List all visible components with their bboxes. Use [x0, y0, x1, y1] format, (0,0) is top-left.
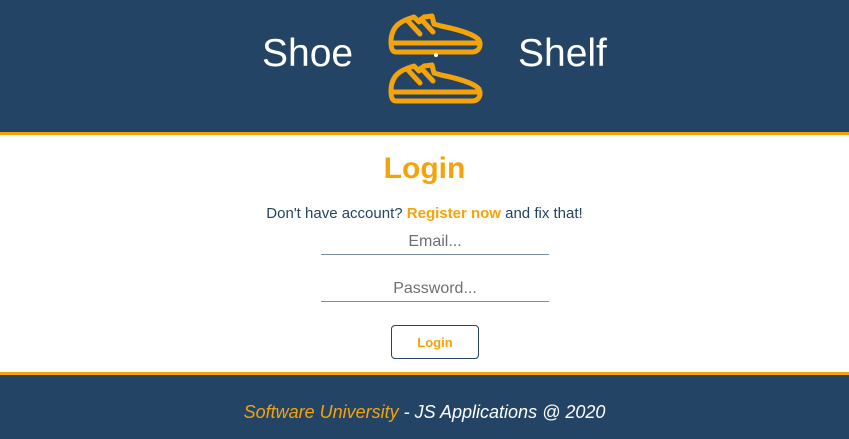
- register-hint: Don't have account? Register now and fix…: [0, 205, 849, 222]
- footer-org: Software University: [243, 402, 399, 422]
- brand-shoe: Shoe: [262, 32, 354, 75]
- hint-suffix: and fix that!: [505, 205, 583, 222]
- login-section: Login Don't have account? Register now a…: [0, 135, 849, 372]
- footer-rest: - JS Applications @ 2020: [403, 402, 606, 422]
- login-button[interactable]: Login: [391, 325, 479, 359]
- email-field[interactable]: [321, 230, 549, 255]
- brand-shelf: Shelf: [518, 32, 607, 75]
- site-header: Shoe Shelf: [0, 0, 849, 135]
- sneakers-icon: [388, 13, 483, 104]
- page-title: Login: [383, 152, 466, 185]
- site-footer: Software University - JS Applications @ …: [0, 372, 849, 439]
- hint-prefix: Don't have account?: [266, 205, 403, 222]
- password-field[interactable]: [321, 277, 549, 302]
- footer-text: Software University - JS Applications @ …: [0, 402, 849, 423]
- register-link[interactable]: Register now: [407, 205, 501, 222]
